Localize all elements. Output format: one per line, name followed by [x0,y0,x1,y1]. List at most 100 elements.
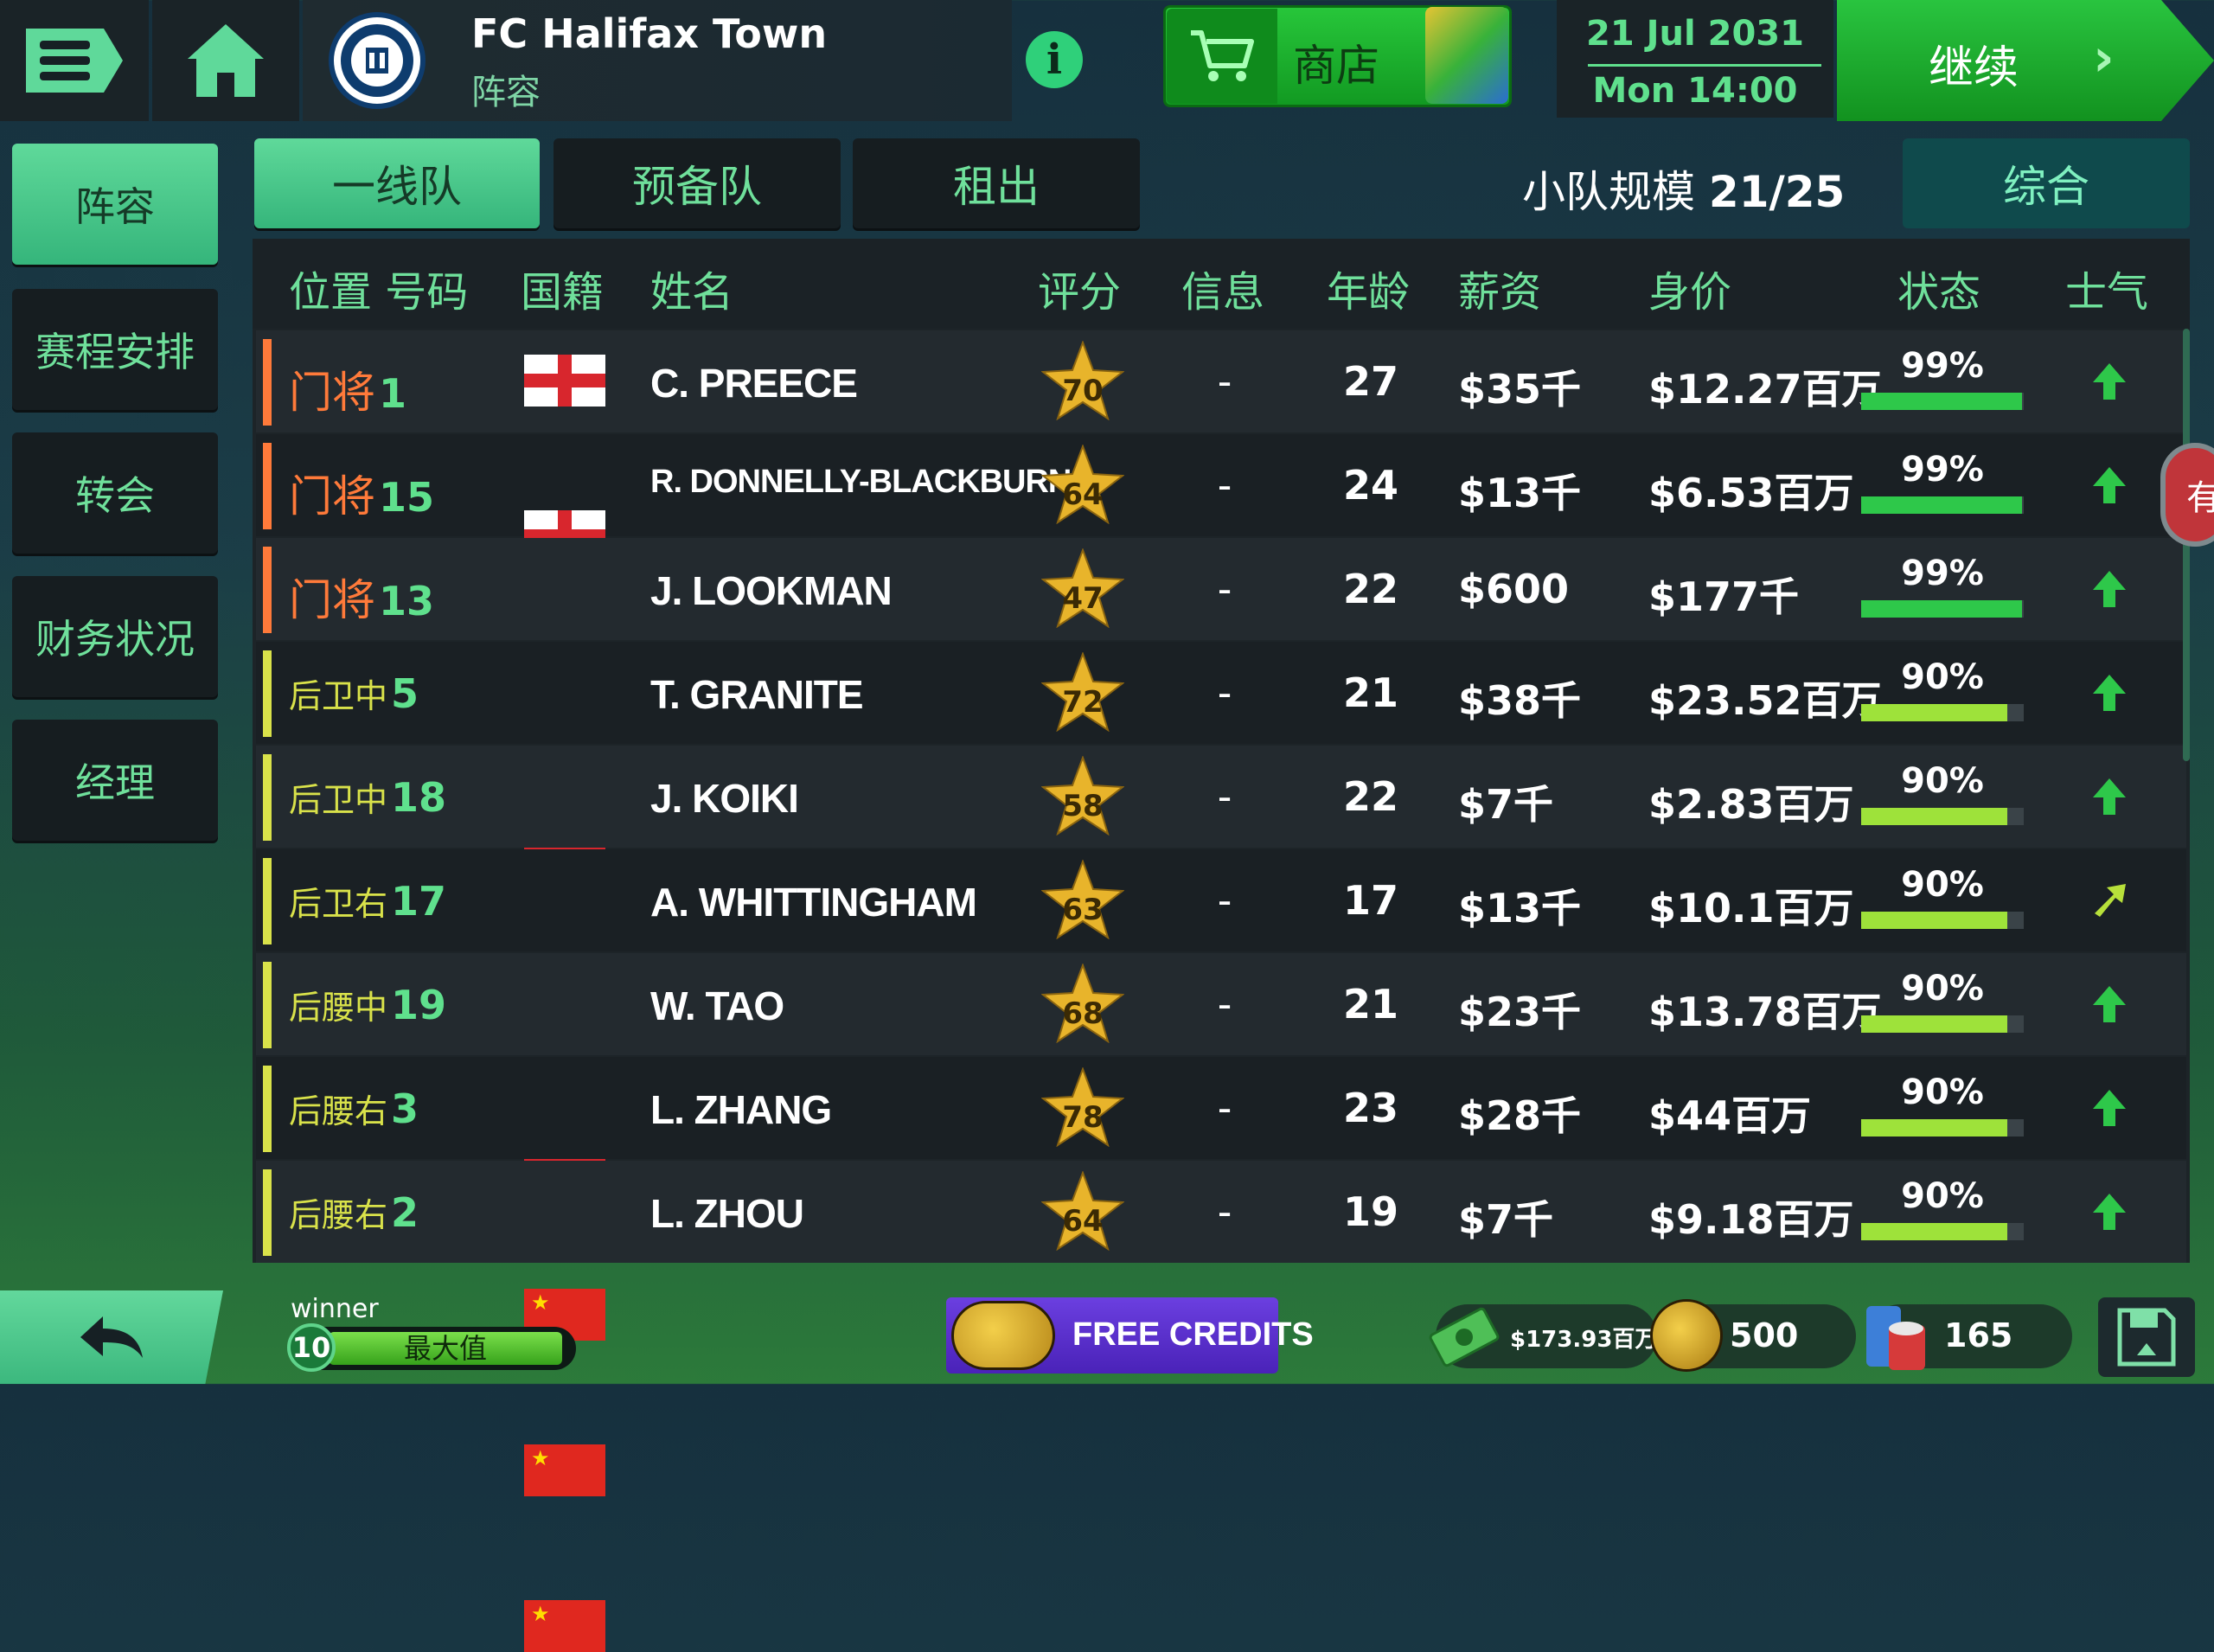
player-name[interactable]: L. ZHOU [650,1190,804,1237]
level-label: 最大值 [403,1332,487,1365]
morale-up-icon [2093,571,2126,607]
player-info[interactable]: - [1199,462,1251,509]
fitness-bar [1861,1223,2024,1240]
player-value: $9.18百万 [1648,1196,1854,1243]
player-name[interactable]: L. ZHANG [650,1086,832,1133]
player-value: $13.78百万 [1648,989,1882,1035]
fitness-percent: 90% [1901,1176,1984,1216]
player-name[interactable]: J. KOIKI [650,775,799,822]
header-position-number[interactable]: 位置 号码 [289,258,468,318]
player-value: $12.27百万 [1648,366,1882,413]
morale-up-icon [2093,1090,2126,1126]
position-label: 门将 [289,575,375,625]
player-wage: $600 [1458,566,1570,612]
player-name[interactable]: C. PREECE [650,360,858,407]
position-label: 后卫中 [289,677,388,715]
date-divider [1588,64,1821,67]
morale-up-icon [2093,363,2126,400]
player-age: 22 [1342,773,1398,820]
position-color-bar [263,754,272,841]
player-wage: $7千 [1458,1196,1554,1243]
player-value: $6.53百万 [1648,470,1854,516]
shirt-number: 19 [391,982,447,1028]
sidebar-item-manager[interactable]: 经理 [12,720,218,841]
header-info[interactable]: 信息 [1181,258,1264,318]
menu-button[interactable] [0,0,149,121]
header-name[interactable]: 姓名 [650,258,733,318]
player-info[interactable]: - [1199,981,1251,1028]
header-nationality[interactable]: 国籍 [521,258,604,318]
tab-reserves[interactable]: 预备队 [554,138,841,228]
morale-up-icon [2093,1194,2126,1230]
player-info[interactable]: - [1199,1188,1251,1235]
player-position: 后腰右3 [289,1085,419,1132]
save-button[interactable] [2098,1297,2195,1377]
player-name[interactable]: T. GRANITE [650,671,864,718]
header-fitness[interactable]: 状态 [1897,258,1980,318]
sidebar-item-transfers[interactable]: 转会 [12,432,218,554]
player-value: $23.52百万 [1648,677,1882,724]
fitness-bar [1861,600,2024,618]
player-name[interactable]: J. LOOKMAN [650,567,893,614]
player-rating: 47 [1062,581,1104,616]
current-time: Mon 14:00 [1592,71,1798,111]
header-morale[interactable]: 士气 [2065,258,2148,318]
position-color-bar [263,547,272,633]
player-info[interactable]: - [1199,566,1251,612]
player-name[interactable]: R. DONNELLY-BLACKBURN [650,464,1072,501]
morale-up-right-icon [2095,884,2126,917]
club-name: FC Halifax Town [471,10,828,57]
save-icon [2117,1308,2176,1367]
player-wage: $28千 [1458,1092,1582,1139]
free-credits-label: FREE CREDITS [1072,1316,1314,1353]
position-color-bar [263,650,272,737]
user-name: winner [291,1294,379,1324]
player-age: 27 [1342,358,1398,405]
player-info[interactable]: - [1199,1085,1251,1131]
coin-icon [951,1301,1055,1370]
player-info[interactable]: - [1199,773,1251,820]
sidebar-item-finances[interactable]: 财务状况 [12,576,218,697]
fitness-bar [1861,1119,2024,1137]
fitness-percent: 90% [1901,1073,1984,1112]
player-rating: 68 [1062,996,1104,1031]
sidebar-item-fixtures[interactable]: 赛程安排 [12,289,218,410]
player-position: 门将13 [289,566,434,628]
home-button[interactable] [152,0,299,121]
cart-icon [1167,9,1277,104]
player-wage: $13千 [1458,470,1582,516]
position-label: 后卫中 [289,781,388,819]
fitness-bar-fill [1861,808,2008,825]
player-name[interactable]: W. TAO [650,983,784,1029]
info-icon[interactable]: i [1026,31,1083,88]
position-label: 后腰右 [289,1092,388,1130]
header-age[interactable]: 年龄 [1327,258,1410,318]
tab-loaned-out[interactable]: 租出 [853,138,1140,228]
header-wage[interactable]: 薪资 [1458,258,1541,318]
header-rating[interactable]: 评分 [1038,258,1121,318]
player-wage: $38千 [1458,677,1582,724]
player-name[interactable]: A. WHITTINGHAM [650,879,977,925]
player-position: 后卫中5 [289,669,419,717]
back-button[interactable] [0,1290,223,1384]
side-notification-badge[interactable]: 有 [2160,443,2214,547]
player-position: 门将15 [289,462,434,524]
header-value[interactable]: 身价 [1648,258,1731,318]
player-info[interactable]: - [1199,358,1251,405]
overall-button[interactable]: 综合 [1903,138,2190,228]
player-age: 23 [1342,1085,1398,1131]
cash-icon [1429,1307,1500,1367]
player-info[interactable]: - [1199,669,1251,716]
fitness-percent: 99% [1901,346,1984,386]
player-info[interactable]: - [1199,877,1251,924]
player-value: $10.1百万 [1648,885,1854,932]
fitness-bar-fill [1861,704,2008,721]
continue-button[interactable] [1837,0,2214,121]
fitness-bar-fill [1861,1223,2008,1240]
position-color-bar [263,443,272,529]
shirt-number: 13 [379,578,435,624]
player-rating: 63 [1062,893,1104,927]
sidebar-item-squad[interactable]: 阵容 [12,144,218,265]
player-wage: $13千 [1458,885,1582,932]
tab-first-team[interactable]: 一线队 [254,138,540,228]
